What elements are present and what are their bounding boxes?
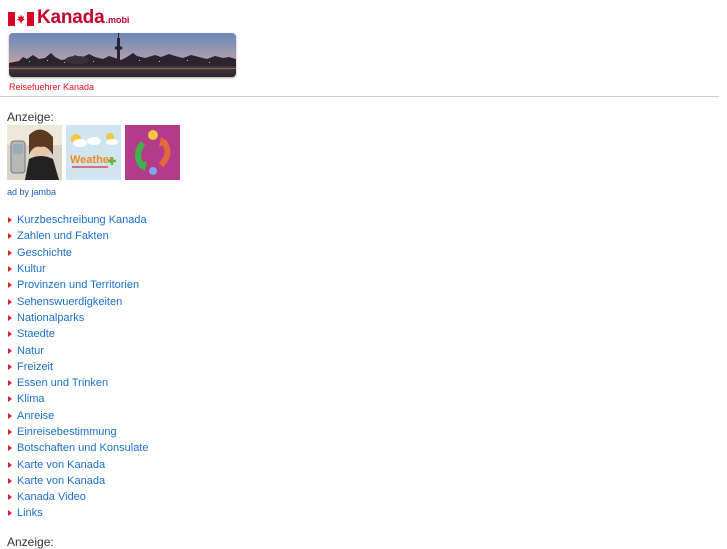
nav-item-label: Botschaften und Konsulate: [17, 442, 149, 455]
nav-item-freizeit[interactable]: Freizeit: [7, 359, 148, 375]
bullet-arrow-icon: [8, 510, 12, 517]
bullet-arrow-icon: [8, 445, 12, 452]
ad-label: Anzeige:: [7, 110, 54, 124]
nav-item-kurzbeschreibung[interactable]: Kurzbeschreibung Kanada: [7, 212, 148, 228]
bullet-arrow-icon: [8, 347, 12, 354]
nav-item-label: Zahlen und Fakten: [17, 230, 109, 243]
nav-item-label: Klima: [17, 393, 45, 406]
bullet-arrow-icon: [8, 266, 12, 273]
nav-item-label: Anreise: [17, 409, 55, 422]
ad-by-jamba-link[interactable]: ad by jamba: [7, 187, 56, 197]
site-tagline: Reisefuehrer Kanada: [9, 82, 95, 92]
nav-item-label: Staedte: [17, 328, 55, 341]
ad-thumb-game[interactable]: [125, 125, 180, 180]
nav-item-sehenswuerdigkeiten[interactable]: Sehenswuerdigkeiten: [7, 293, 148, 309]
bullet-arrow-icon: [8, 429, 12, 435]
nav-item-label: Links: [17, 507, 43, 520]
canada-flag-icon: [8, 12, 34, 26]
nav-item-label: Kurzbeschreibung Kanada: [17, 214, 147, 227]
nav-item-label: Karte von Kanada: [17, 474, 106, 487]
nav-item-kultur[interactable]: Kultur: [7, 261, 148, 277]
ad-label-bottom: Anzeige:: [7, 535, 54, 549]
nav-item-klima[interactable]: Klima: [7, 391, 148, 407]
nav-item-karte-von-kanada-2[interactable]: Karte von Kanada: [7, 473, 148, 489]
bullet-arrow-icon: [8, 363, 12, 370]
bullet-arrow-icon: [8, 282, 12, 289]
nav-item-links[interactable]: Links: [7, 505, 148, 521]
bullet-arrow-icon: [8, 412, 12, 419]
nav-item-label: Nationalparks: [17, 311, 85, 324]
nav-item-label: Einreisebestimmung: [17, 426, 117, 438]
nav-item-label: Natur: [17, 344, 44, 357]
header-divider: [0, 96, 719, 97]
bullet-arrow-icon: [8, 233, 12, 240]
nav-item-label: Essen und Trinken: [17, 377, 109, 390]
logo-text: Kanada: [37, 7, 105, 28]
nav-item-label: Kanada Video: [17, 491, 86, 504]
nav-item-botschaften[interactable]: Botschaften und Konsulate: [7, 440, 148, 456]
bullet-arrow-icon: [8, 380, 12, 387]
main-nav: Kurzbeschreibung Kanada Zahlen und Fakte…: [7, 212, 148, 522]
nav-item-label: Freizeit: [17, 360, 54, 373]
site-logo[interactable]: Kanada .mobi: [8, 8, 129, 28]
bullet-arrow-icon: [8, 331, 12, 338]
nav-item-zahlen-und-fakten[interactable]: Zahlen und Fakten: [7, 228, 148, 244]
nav-item-kanada-video[interactable]: Kanada Video: [7, 489, 148, 505]
bullet-arrow-icon: [8, 461, 12, 468]
weather-ad-text: Weather: [70, 154, 114, 166]
bullet-arrow-icon: [8, 494, 12, 501]
bullet-arrow-icon: [8, 217, 12, 224]
bullet-arrow-icon: [8, 396, 12, 403]
nav-item-staedte[interactable]: Staedte: [7, 326, 148, 342]
nav-item-label: Kultur: [17, 263, 46, 276]
bullet-arrow-icon: [8, 477, 12, 484]
nav-item-karte-von-kanada[interactable]: Karte von Kanada: [7, 456, 148, 472]
ad-row: Weather: [7, 125, 180, 180]
logo-suffix: .mobi: [105, 15, 130, 25]
nav-item-label: Sehenswuerdigkeiten: [17, 295, 123, 308]
nav-item-anreise[interactable]: Anreise: [7, 408, 148, 424]
nav-item-essen-und-trinken[interactable]: Essen und Trinken: [7, 375, 148, 391]
header-banner-image: [9, 33, 236, 77]
ad-thumb-weather[interactable]: Weather: [66, 125, 121, 180]
bullet-arrow-icon: [8, 314, 12, 321]
nav-item-nationalparks[interactable]: Nationalparks: [7, 310, 148, 326]
nav-item-provinzen[interactable]: Provinzen und Territorien: [7, 277, 148, 293]
site-header: Kanada .mobi: [8, 8, 129, 28]
nav-item-label: Karte von Kanada: [17, 458, 106, 471]
nav-item-geschichte[interactable]: Geschichte: [7, 245, 148, 261]
ad-thumb-phone-woman[interactable]: [7, 125, 62, 180]
nav-item-natur[interactable]: Natur: [7, 342, 148, 358]
nav-item-einreisebestimmung[interactable]: Einreisebestimmung: [7, 424, 148, 440]
bullet-arrow-icon: [8, 298, 12, 305]
nav-item-label: Geschichte: [17, 246, 73, 259]
bullet-arrow-icon: [8, 249, 12, 256]
nav-item-label: Provinzen und Territorien: [17, 279, 140, 292]
